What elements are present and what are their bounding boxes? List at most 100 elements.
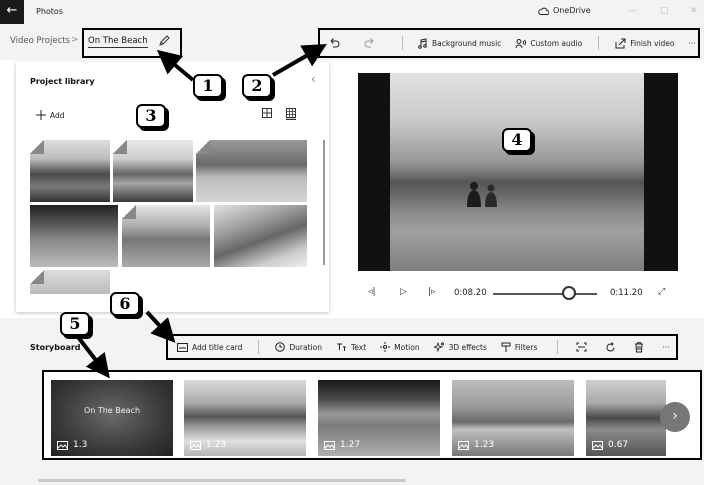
image-icon bbox=[592, 440, 603, 450]
custom-audio-button[interactable]: Custom audio bbox=[515, 38, 582, 49]
toolbar-divider bbox=[258, 340, 260, 354]
finish-video-label: Finish video bbox=[630, 38, 675, 48]
toolbar-divider bbox=[402, 36, 403, 50]
3d-effects-button[interactable]: 3D effects bbox=[433, 341, 487, 353]
clock-icon bbox=[275, 342, 286, 352]
media-thumbnail[interactable] bbox=[214, 205, 307, 267]
background-music-button[interactable]: Background music bbox=[417, 37, 501, 49]
play-icon[interactable]: ▷ bbox=[400, 287, 407, 297]
title-card-icon bbox=[177, 342, 188, 352]
breadcrumb-video-projects[interactable]: Video Projects bbox=[10, 36, 70, 46]
small-grid-icon[interactable] bbox=[286, 108, 296, 120]
onedrive-status[interactable]: OneDrive bbox=[538, 6, 591, 15]
step-forward-icon[interactable]: |▹ bbox=[428, 287, 436, 297]
finish-video-button[interactable]: Finish video bbox=[615, 38, 674, 49]
clip-duration-value: 1.23 bbox=[474, 440, 495, 450]
rotate-button[interactable] bbox=[605, 341, 616, 353]
plus-icon bbox=[36, 110, 46, 120]
media-thumbnail[interactable] bbox=[113, 140, 193, 202]
library-scrollbar[interactable] bbox=[323, 140, 325, 265]
view-toggle bbox=[262, 108, 296, 120]
motion-button[interactable]: Motion bbox=[380, 342, 420, 352]
collapse-panel-button[interactable]: ‹ bbox=[311, 72, 316, 86]
sparkle-icon bbox=[433, 341, 444, 352]
seek-slider-track[interactable] bbox=[493, 293, 597, 295]
title-bar: ← Photos OneDrive — □ ✕ bbox=[0, 0, 704, 24]
toolbar-divider bbox=[557, 340, 559, 354]
step-back-icon[interactable]: ◃| bbox=[368, 287, 376, 297]
storyboard-toolbar: Add title card Duration Text Motion 3D e… bbox=[166, 334, 678, 360]
rotate-icon bbox=[606, 341, 615, 351]
close-button[interactable]: ✕ bbox=[690, 6, 698, 16]
project-name[interactable]: On The Beach bbox=[88, 36, 148, 48]
storyboard-scrollbar[interactable] bbox=[38, 479, 406, 482]
redo-button[interactable] bbox=[364, 37, 376, 49]
add-title-card-label: Add title card bbox=[192, 342, 243, 352]
large-grid-icon[interactable] bbox=[262, 108, 272, 118]
storyboard-clip[interactable]: 1.23 bbox=[184, 380, 306, 456]
filters-button[interactable]: Filters bbox=[501, 342, 537, 353]
used-in-project-corner bbox=[30, 270, 44, 284]
more-options-button[interactable]: ··· bbox=[688, 39, 695, 48]
storyboard-clip[interactable]: 1.27 bbox=[318, 380, 440, 456]
project-library-title: Project library bbox=[30, 77, 95, 86]
motion-icon bbox=[380, 342, 391, 352]
used-in-project-corner bbox=[122, 205, 136, 219]
used-in-project-corner bbox=[113, 140, 127, 154]
storyboard-clip[interactable]: 1.23 bbox=[452, 380, 574, 456]
next-clips-button[interactable]: › bbox=[660, 402, 690, 432]
clip-duration-value: 1.3 bbox=[73, 440, 88, 450]
delete-button[interactable] bbox=[634, 341, 644, 353]
text-label: Text bbox=[350, 342, 367, 352]
minimize-button[interactable]: — bbox=[628, 6, 637, 16]
media-thumbnail[interactable] bbox=[196, 140, 307, 202]
fullscreen-icon[interactable]: ⤢ bbox=[658, 287, 665, 297]
undo-button[interactable] bbox=[328, 37, 340, 49]
toolbar-divider bbox=[598, 36, 600, 50]
duration-button[interactable]: Duration bbox=[275, 342, 322, 352]
clip-duration: 0.67 bbox=[592, 440, 628, 450]
motion-label: Motion bbox=[394, 342, 420, 352]
used-in-project-corner bbox=[30, 140, 44, 154]
callout-1: 1 bbox=[193, 74, 223, 98]
onedrive-label: OneDrive bbox=[553, 6, 591, 15]
undo-icon bbox=[330, 38, 340, 48]
storyboard-more-button[interactable]: ··· bbox=[662, 343, 669, 352]
media-thumbnail[interactable] bbox=[122, 205, 210, 267]
custom-audio-label: Custom audio bbox=[530, 38, 583, 48]
image-icon bbox=[190, 440, 201, 450]
add-media-button[interactable]: Add bbox=[36, 110, 65, 120]
trash-icon bbox=[635, 341, 644, 352]
pencil-icon[interactable] bbox=[157, 34, 171, 48]
media-thumbnail[interactable] bbox=[30, 270, 110, 294]
playback-controls: ◃| ▷ |▹ 0:08.20 0:11.20 ⤢ bbox=[360, 284, 690, 304]
clip-duration-value: 0.67 bbox=[608, 440, 629, 450]
callout-6: 6 bbox=[110, 292, 140, 316]
clip-duration-value: 1.27 bbox=[340, 440, 361, 450]
used-in-project-corner bbox=[196, 140, 210, 154]
chevron-right-icon: > bbox=[71, 35, 79, 45]
image-icon bbox=[458, 440, 469, 450]
media-thumbnail[interactable] bbox=[30, 205, 118, 267]
storyboard-clip[interactable]: On The Beach 1.3 bbox=[51, 380, 173, 456]
app-title: Photos bbox=[36, 7, 63, 16]
video-preview bbox=[358, 73, 678, 271]
storyboard-clip[interactable]: 0.67 bbox=[586, 380, 666, 456]
media-thumbnail[interactable] bbox=[30, 140, 110, 202]
back-button[interactable]: ← bbox=[0, 0, 24, 24]
seek-slider-thumb[interactable] bbox=[561, 286, 576, 300]
cloud-icon bbox=[538, 7, 549, 15]
add-title-card-button[interactable]: Add title card bbox=[177, 342, 243, 352]
callout-4: 4 bbox=[502, 128, 532, 152]
redo-icon bbox=[364, 38, 374, 48]
crop-button[interactable] bbox=[576, 342, 587, 352]
project-library-panel: Project library ‹ Add bbox=[16, 62, 329, 312]
maximize-button[interactable]: □ bbox=[660, 6, 669, 16]
clip-duration: 1.23 bbox=[190, 440, 226, 450]
couple-silhouette bbox=[467, 182, 497, 207]
callout-3: 3 bbox=[136, 104, 166, 128]
end-time: 0:11.20 bbox=[610, 288, 643, 298]
text-button[interactable]: Text bbox=[336, 342, 366, 352]
title-card-text: On The Beach bbox=[83, 406, 141, 415]
image-icon bbox=[57, 440, 68, 450]
